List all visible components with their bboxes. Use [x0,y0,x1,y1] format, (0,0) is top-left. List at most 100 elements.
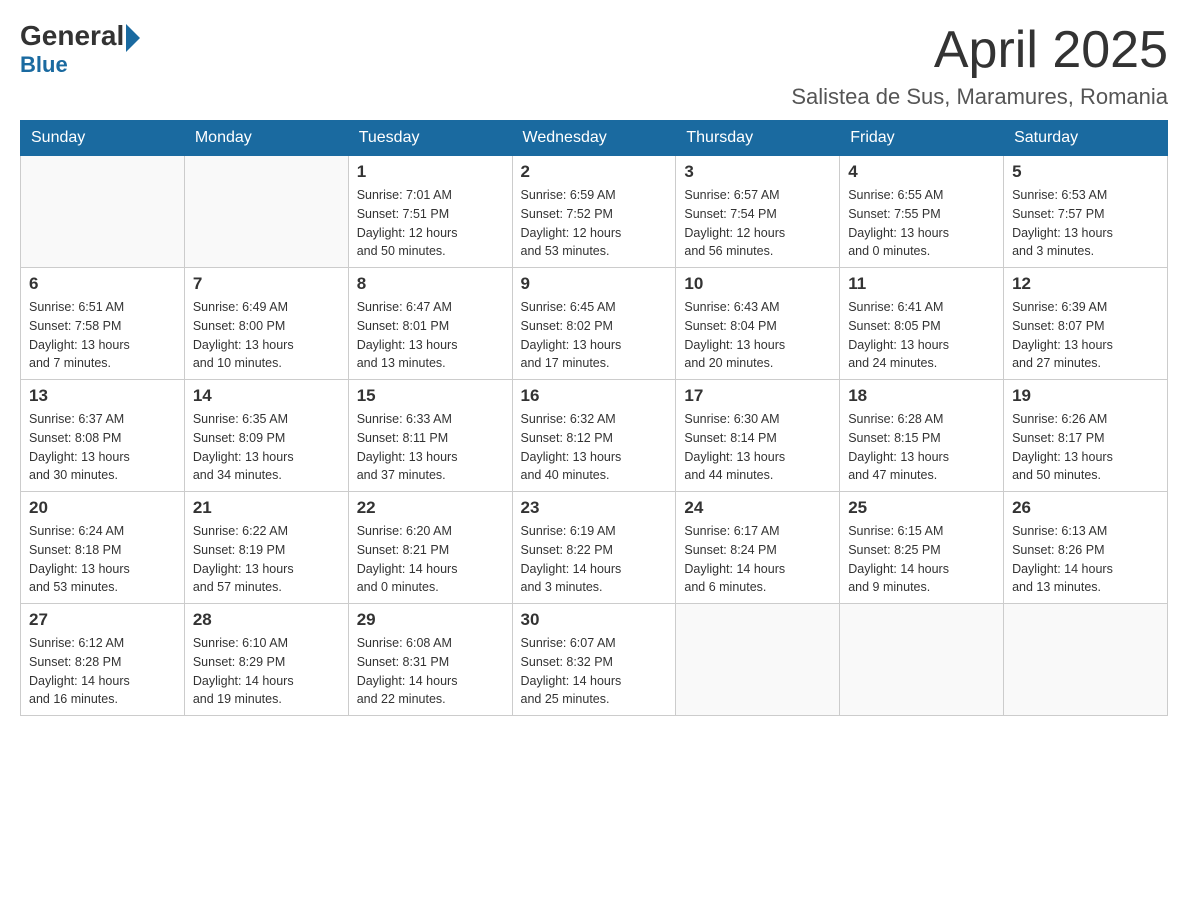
day-number: 13 [29,386,176,406]
calendar-cell: 26 Sunrise: 6:13 AM Sunset: 8:26 PM Dayli… [1004,492,1168,604]
day-info: Sunrise: 6:08 AM Sunset: 8:31 PM Dayligh… [357,634,504,709]
day-info: Sunrise: 6:37 AM Sunset: 8:08 PM Dayligh… [29,410,176,485]
calendar-cell [21,156,185,268]
calendar-cell [184,156,348,268]
calendar-cell: 25Sunrise: 6:15 AM Sunset: 8:25 PM Dayli… [840,492,1004,604]
logo-arrow-icon [126,24,140,52]
day-info: Sunrise: 6:49 AM Sunset: 8:00 PM Dayligh… [193,298,340,373]
day-number: 1 [357,162,504,182]
day-info: Sunrise: 6:24 AM Sunset: 8:18 PM Dayligh… [29,522,176,597]
logo-general-text: General [20,20,124,52]
day-number: 18 [848,386,995,406]
day-number: 15 [357,386,504,406]
day-number: 24 [684,498,831,518]
calendar-cell: 22 Sunrise: 6:20 AM Sunset: 8:21 PM Dayli… [348,492,512,604]
calendar-cell: 7 Sunrise: 6:49 AM Sunset: 8:00 PM Daylig… [184,268,348,380]
calendar-cell [840,604,1004,716]
day-number: 12 [1012,274,1159,294]
calendar-cell: 4Sunrise: 6:55 AM Sunset: 7:55 PM Daylig… [840,156,1004,268]
day-number: 6 [29,274,176,294]
calendar-cell: 8 Sunrise: 6:47 AM Sunset: 8:01 PM Daylig… [348,268,512,380]
calendar-cell: 19Sunrise: 6:26 AM Sunset: 8:17 PM Dayli… [1004,380,1168,492]
day-number: 11 [848,274,995,294]
day-number: 17 [684,386,831,406]
calendar-cell: 12 Sunrise: 6:39 AM Sunset: 8:07 PM Dayli… [1004,268,1168,380]
day-info: Sunrise: 6:59 AM Sunset: 7:52 PM Dayligh… [521,186,668,261]
calendar-cell: 21 Sunrise: 6:22 AM Sunset: 8:19 PM Dayli… [184,492,348,604]
day-info: Sunrise: 6:57 AM Sunset: 7:54 PM Dayligh… [684,186,831,261]
calendar-cell [676,604,840,716]
day-number: 28 [193,610,340,630]
day-info: Sunrise: 6:13 AM Sunset: 8:26 PM Dayligh… [1012,522,1159,597]
day-number: 23 [521,498,668,518]
weekday-header-tuesday: Tuesday [348,121,512,156]
day-info: Sunrise: 6:30 AM Sunset: 8:14 PM Dayligh… [684,410,831,485]
calendar-cell: 30Sunrise: 6:07 AM Sunset: 8:32 PM Dayli… [512,604,676,716]
calendar-cell: 23 Sunrise: 6:19 AM Sunset: 8:22 PM Dayli… [512,492,676,604]
weekday-header-saturday: Saturday [1004,121,1168,156]
day-info: Sunrise: 6:41 AM Sunset: 8:05 PM Dayligh… [848,298,995,373]
day-info: Sunrise: 6:17 AM Sunset: 8:24 PM Dayligh… [684,522,831,597]
weekday-header-monday: Monday [184,121,348,156]
logo-blue-text: Blue [20,52,68,78]
calendar-week-5: 27 Sunrise: 6:12 AM Sunset: 8:28 PM Dayli… [21,604,1168,716]
day-info: Sunrise: 6:22 AM Sunset: 8:19 PM Dayligh… [193,522,340,597]
calendar-table: SundayMondayTuesdayWednesdayThursdayFrid… [20,120,1168,716]
calendar-cell: 18Sunrise: 6:28 AM Sunset: 8:15 PM Dayli… [840,380,1004,492]
day-info: Sunrise: 6:39 AM Sunset: 8:07 PM Dayligh… [1012,298,1159,373]
calendar-cell: 3 Sunrise: 6:57 AM Sunset: 7:54 PM Daylig… [676,156,840,268]
calendar-cell: 5Sunrise: 6:53 AM Sunset: 7:57 PM Daylig… [1004,156,1168,268]
day-info: Sunrise: 6:19 AM Sunset: 8:22 PM Dayligh… [521,522,668,597]
calendar-week-1: 1 Sunrise: 7:01 AM Sunset: 7:51 PM Daylig… [21,156,1168,268]
day-info: Sunrise: 6:12 AM Sunset: 8:28 PM Dayligh… [29,634,176,709]
calendar-cell: 20 Sunrise: 6:24 AM Sunset: 8:18 PM Dayli… [21,492,185,604]
day-number: 9 [521,274,668,294]
day-info: Sunrise: 6:20 AM Sunset: 8:21 PM Dayligh… [357,522,504,597]
day-number: 25 [848,498,995,518]
day-number: 19 [1012,386,1159,406]
day-number: 14 [193,386,340,406]
day-info: Sunrise: 6:32 AM Sunset: 8:12 PM Dayligh… [521,410,668,485]
calendar-cell: 6 Sunrise: 6:51 AM Sunset: 7:58 PM Daylig… [21,268,185,380]
day-number: 27 [29,610,176,630]
day-info: Sunrise: 6:33 AM Sunset: 8:11 PM Dayligh… [357,410,504,485]
weekday-header-friday: Friday [840,121,1004,156]
calendar-week-2: 6 Sunrise: 6:51 AM Sunset: 7:58 PM Daylig… [21,268,1168,380]
calendar-cell: 24 Sunrise: 6:17 AM Sunset: 8:24 PM Dayli… [676,492,840,604]
logo: General Blue [20,20,140,78]
calendar-cell: 10 Sunrise: 6:43 AM Sunset: 8:04 PM Dayli… [676,268,840,380]
day-number: 10 [684,274,831,294]
day-number: 7 [193,274,340,294]
day-info: Sunrise: 7:01 AM Sunset: 7:51 PM Dayligh… [357,186,504,261]
day-info: Sunrise: 6:47 AM Sunset: 8:01 PM Dayligh… [357,298,504,373]
calendar-week-3: 13 Sunrise: 6:37 AM Sunset: 8:08 PM Dayli… [21,380,1168,492]
day-info: Sunrise: 6:35 AM Sunset: 8:09 PM Dayligh… [193,410,340,485]
calendar-cell: 15 Sunrise: 6:33 AM Sunset: 8:11 PM Dayli… [348,380,512,492]
day-number: 4 [848,162,995,182]
calendar-cell: 14 Sunrise: 6:35 AM Sunset: 8:09 PM Dayli… [184,380,348,492]
location-title: Salistea de Sus, Maramures, Romania [791,84,1168,110]
day-info: Sunrise: 6:07 AM Sunset: 8:32 PM Dayligh… [521,634,668,709]
title-section: April 2025 Salistea de Sus, Maramures, R… [791,20,1168,110]
calendar-header-row: SundayMondayTuesdayWednesdayThursdayFrid… [21,121,1168,156]
month-title: April 2025 [791,20,1168,80]
calendar-cell: 17 Sunrise: 6:30 AM Sunset: 8:14 PM Dayli… [676,380,840,492]
day-number: 29 [357,610,504,630]
day-info: Sunrise: 6:43 AM Sunset: 8:04 PM Dayligh… [684,298,831,373]
day-number: 21 [193,498,340,518]
day-number: 22 [357,498,504,518]
day-number: 26 [1012,498,1159,518]
calendar-cell: 13 Sunrise: 6:37 AM Sunset: 8:08 PM Dayli… [21,380,185,492]
weekday-header-sunday: Sunday [21,121,185,156]
day-info: Sunrise: 6:10 AM Sunset: 8:29 PM Dayligh… [193,634,340,709]
calendar-cell: 9Sunrise: 6:45 AM Sunset: 8:02 PM Daylig… [512,268,676,380]
day-number: 8 [357,274,504,294]
day-info: Sunrise: 6:51 AM Sunset: 7:58 PM Dayligh… [29,298,176,373]
calendar-cell: 29 Sunrise: 6:08 AM Sunset: 8:31 PM Dayli… [348,604,512,716]
calendar-cell [1004,604,1168,716]
calendar-cell: 16Sunrise: 6:32 AM Sunset: 8:12 PM Dayli… [512,380,676,492]
day-number: 3 [684,162,831,182]
calendar-cell: 27 Sunrise: 6:12 AM Sunset: 8:28 PM Dayli… [21,604,185,716]
day-number: 20 [29,498,176,518]
day-number: 2 [521,162,668,182]
